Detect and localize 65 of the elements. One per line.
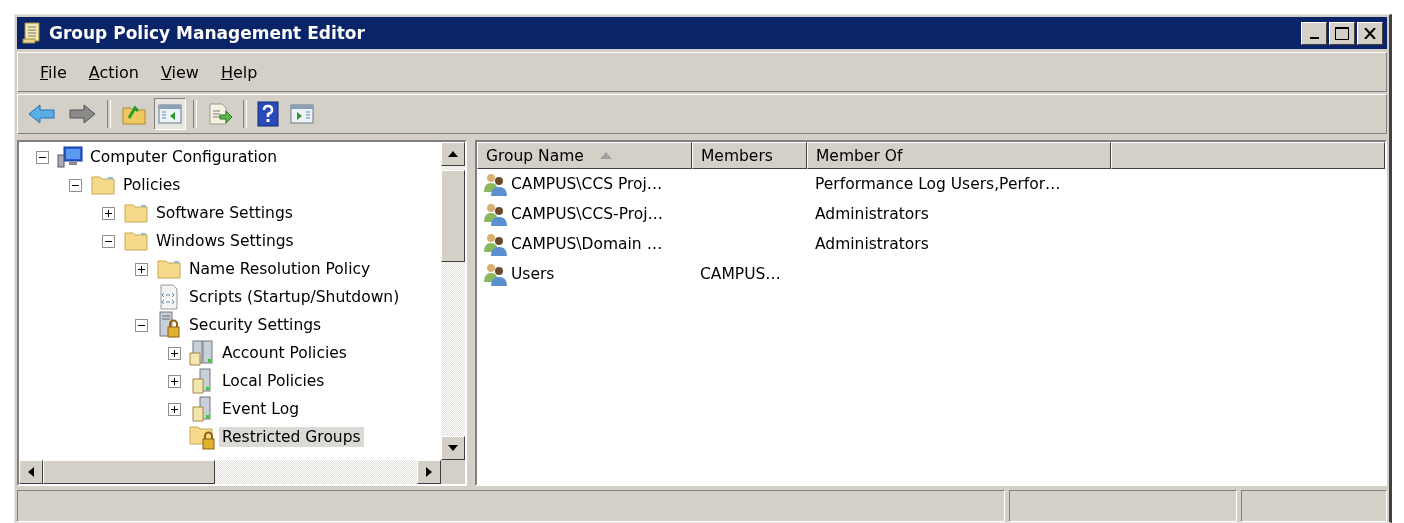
vertical-scrollbar[interactable] xyxy=(441,142,465,460)
close-button[interactable] xyxy=(1357,21,1383,45)
folder-icon xyxy=(156,258,182,280)
expand-toggle[interactable] xyxy=(167,346,181,360)
folder-icon xyxy=(123,230,149,252)
column-header[interactable]: Group Name xyxy=(477,142,692,169)
tree-item[interactable]: Local Policies xyxy=(219,371,328,391)
up-arrow-icon[interactable] xyxy=(448,151,458,157)
minimize-button[interactable] xyxy=(1301,21,1327,45)
group-member-of: Administrators xyxy=(815,235,929,253)
collapse-toggle[interactable] xyxy=(134,318,148,332)
maximize-button[interactable] xyxy=(1329,21,1355,45)
left-arrow-icon[interactable] xyxy=(28,467,34,477)
scrollbar-corner xyxy=(441,460,465,484)
group-member-of: Administrators xyxy=(815,205,929,223)
folder-icon xyxy=(123,202,149,224)
group-name[interactable]: CAMPUS\Domain … xyxy=(511,235,663,253)
menu-item[interactable]: Action xyxy=(80,60,147,84)
column-header[interactable]: Member Of xyxy=(807,142,1111,169)
computer-icon xyxy=(56,145,84,169)
group-name[interactable]: CAMPUS\CCS Proj… xyxy=(511,175,663,193)
tree-item[interactable]: Restricted Groups xyxy=(219,427,364,447)
group-icon xyxy=(483,262,509,286)
down-arrow-icon[interactable] xyxy=(448,445,458,451)
script-icon xyxy=(158,284,180,310)
pane-button[interactable] xyxy=(154,98,186,130)
close-icon xyxy=(1364,27,1376,39)
tree-item[interactable]: Policies xyxy=(120,175,184,195)
group-name[interactable]: Users xyxy=(511,265,555,283)
horizontal-scrollbar[interactable] xyxy=(19,460,465,484)
expand-toggle[interactable] xyxy=(134,262,148,276)
collapse-toggle[interactable] xyxy=(35,150,49,164)
column-header[interactable]: Members xyxy=(692,142,807,169)
menu-item[interactable]: Help xyxy=(212,60,266,84)
tree-item[interactable]: Account Policies xyxy=(219,343,350,363)
lock-server-icon xyxy=(157,311,181,339)
locked-folder-icon xyxy=(188,424,216,450)
menu-item[interactable]: View xyxy=(152,60,207,84)
collapse-toggle[interactable] xyxy=(68,178,82,192)
server-icon xyxy=(191,367,213,395)
expand-toggle[interactable] xyxy=(167,402,181,416)
tree-item[interactable]: Name Resolution Policy xyxy=(186,259,374,279)
server-icon xyxy=(191,395,213,423)
window-title: Group Policy Management Editor xyxy=(49,23,366,43)
expand-toggle[interactable] xyxy=(167,374,181,388)
group-name[interactable]: CAMPUS\CCS-Proj… xyxy=(511,205,664,223)
scroll-icon xyxy=(21,21,43,45)
server-icon xyxy=(189,339,215,367)
group-icon xyxy=(483,232,509,256)
tree-item[interactable]: Windows Settings xyxy=(153,231,297,251)
expand-toggle[interactable] xyxy=(101,206,115,220)
tree-item[interactable]: Computer Configuration xyxy=(87,147,281,167)
help-button[interactable] xyxy=(254,98,282,130)
group-icon xyxy=(483,172,509,196)
group-members: CAMPUS… xyxy=(700,265,781,283)
folder-icon xyxy=(90,174,116,196)
right-arrow-icon[interactable] xyxy=(426,467,432,477)
group-icon xyxy=(483,202,509,226)
tree-item[interactable]: Scripts (Startup/Shutdown) xyxy=(186,287,403,307)
group-member-of: Performance Log Users,Perfor… xyxy=(815,175,1061,193)
collapse-toggle[interactable] xyxy=(101,234,115,248)
tree-item[interactable]: Event Log xyxy=(219,399,302,419)
tree-item[interactable]: Security Settings xyxy=(186,315,325,335)
tree-item[interactable]: Software Settings xyxy=(153,203,296,223)
menu-item[interactable]: File xyxy=(32,60,75,84)
